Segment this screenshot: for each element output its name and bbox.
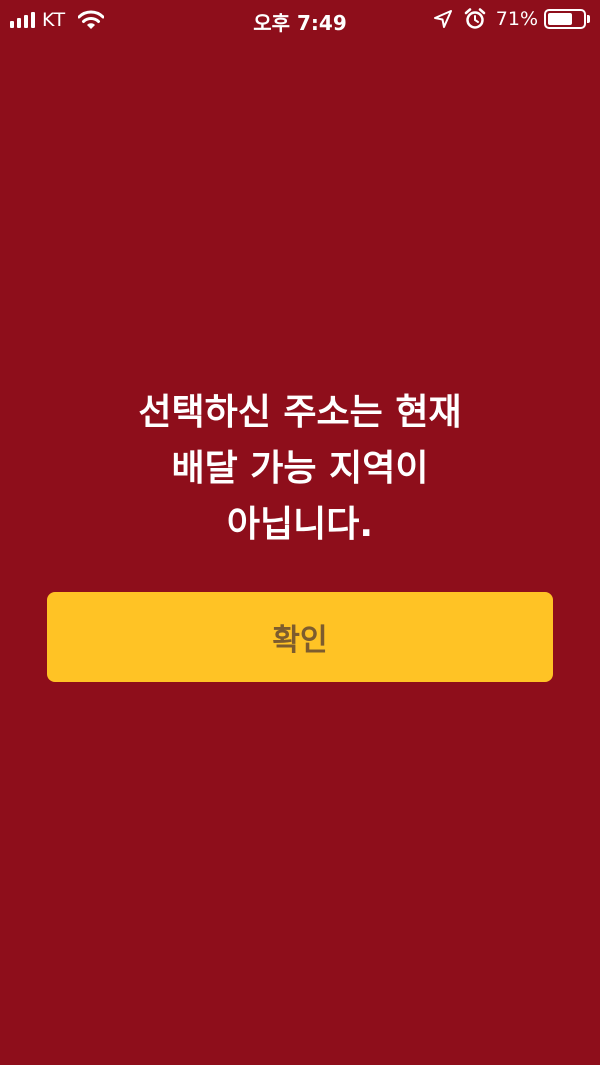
confirm-button[interactable]: 확인: [47, 592, 553, 682]
alarm-clock-icon: [464, 8, 486, 29]
location-arrow-icon: [433, 10, 452, 28]
battery-icon: [544, 9, 590, 29]
message-line: 배달 가능 지역이: [171, 448, 429, 489]
status-bar: KT 오후 7:49 71%: [0, 0, 600, 40]
status-right-group: 71%: [433, 7, 590, 31]
battery-percent: 71%: [495, 8, 538, 30]
message-line: 아닙니다.: [226, 504, 374, 545]
message-line: 선택하신 주소는 현재: [138, 392, 462, 433]
battery-fill: [548, 13, 573, 25]
unavailable-area-message: 선택하신 주소는 현재 배달 가능 지역이 아닙니다.: [60, 385, 540, 553]
